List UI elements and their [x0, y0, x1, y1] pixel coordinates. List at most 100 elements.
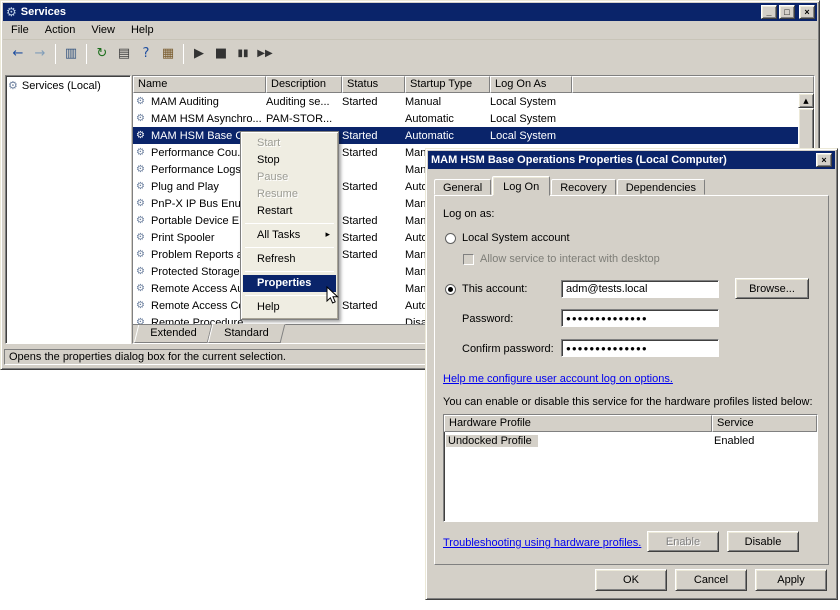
dialog-buttons: OK Cancel Apply — [587, 569, 827, 591]
menu-view[interactable]: View — [83, 22, 123, 38]
account-input[interactable]: adm@tests.local — [561, 280, 719, 298]
service-row[interactable]: ⚙MAM HSM Asynchro...PAM-STOR...Automatic… — [133, 110, 798, 127]
service-name: MAM HSM Asynchro... — [151, 113, 266, 125]
menu-item-stop[interactable]: Stop — [243, 152, 336, 169]
toolbar-separator — [183, 44, 184, 64]
stop-service-button[interactable]: ■ — [210, 43, 232, 65]
apply-button[interactable]: Apply — [755, 569, 827, 591]
password-label: Password: — [462, 313, 513, 325]
show-console-tree-button[interactable]: ▥ — [60, 43, 82, 65]
service-status: Started — [342, 215, 405, 227]
maximize-button[interactable]: □ — [779, 5, 795, 19]
back-icon: ← — [13, 47, 24, 60]
tab-log-on[interactable]: Log On — [492, 176, 550, 196]
scroll-up-icon[interactable]: ▲ — [798, 93, 814, 108]
browse-button[interactable]: Browse... — [735, 278, 809, 299]
service-status: Started — [342, 181, 405, 193]
service-gear-icon: ⚙ — [133, 283, 151, 294]
services-titlebar[interactable]: ⚙ Services _ □ × — [3, 3, 817, 21]
show-console-tree-icon: ▥ — [65, 47, 77, 60]
services-app-icon: ⚙ — [6, 5, 17, 19]
forward-icon: → — [35, 47, 46, 60]
context-menu: StartStopPauseResumeRestartAll Tasks▸Ref… — [240, 131, 339, 320]
service-gear-icon: ⚙ — [133, 130, 151, 141]
menu-help[interactable]: Help — [123, 22, 162, 38]
export-list-button[interactable]: ▤ — [113, 43, 135, 65]
tree-item-services-local[interactable]: ⚙ Services (Local) — [6, 76, 130, 95]
toolbar-separator — [55, 44, 56, 64]
menu-separator — [245, 247, 334, 248]
column-header-log-on-as[interactable]: Log On As — [490, 76, 572, 93]
close-button[interactable]: × — [799, 5, 815, 19]
tab-standard[interactable]: Standard — [208, 324, 285, 343]
pause-service-button[interactable]: ▮▮ — [232, 43, 254, 65]
menu-separator — [245, 295, 334, 296]
tab-extended[interactable]: Extended — [134, 325, 213, 343]
column-header-description[interactable]: Description — [266, 76, 342, 93]
password-input[interactable]: ●●●●●●●●●●●●●● — [561, 309, 719, 327]
window-title: Services — [21, 6, 759, 18]
tab-recovery[interactable]: Recovery — [551, 179, 615, 195]
service-status: Started — [342, 147, 405, 159]
disable-button[interactable]: Disable — [727, 531, 799, 552]
help-configure-link[interactable]: Help me configure user account log on op… — [443, 373, 673, 385]
ok-button[interactable]: OK — [595, 569, 667, 591]
confirm-password-input[interactable]: ●●●●●●●●●●●●●● — [561, 339, 719, 357]
service-description: PAM-STOR... — [266, 113, 342, 125]
help-button[interactable]: ? — [135, 43, 157, 65]
tab-dependencies[interactable]: Dependencies — [617, 179, 705, 195]
hw-column-hardware-profile[interactable]: Hardware Profile — [444, 415, 712, 432]
column-header-status[interactable]: Status — [342, 76, 405, 93]
menu-file[interactable]: File — [3, 22, 37, 38]
service-gear-icon: ⚙ — [133, 96, 151, 107]
confirm-password-label: Confirm password: — [462, 343, 554, 355]
cancel-button[interactable]: Cancel — [675, 569, 747, 591]
properties-dialog: MAM HSM Base Operations Properties (Loca… — [425, 148, 838, 600]
refresh-button[interactable]: ↻ — [91, 43, 113, 65]
menu-item-properties[interactable]: Properties — [243, 275, 336, 292]
console-tree-pane: ⚙ Services (Local) — [5, 75, 131, 344]
this-account-radio-label[interactable]: This account: — [462, 283, 527, 295]
export-list-icon: ▤ — [118, 47, 130, 60]
toolbar: ← → ▥ ↻ ▤ ? ▦ ▶ ■ ▮▮ ▶▶ — [3, 39, 817, 67]
views-button[interactable]: ▦ — [157, 43, 179, 65]
troubleshooting-link[interactable]: Troubleshooting using hardware profiles. — [443, 537, 641, 549]
dialog-titlebar[interactable]: MAM HSM Base Operations Properties (Loca… — [428, 151, 835, 169]
local-system-radio[interactable] — [445, 233, 456, 244]
help-icon: ? — [143, 47, 150, 60]
enable-button: Enable — [647, 531, 719, 552]
menu-item-refresh[interactable]: Refresh — [243, 251, 336, 268]
stop-service-icon: ■ — [215, 47, 227, 60]
minimize-button[interactable]: _ — [761, 5, 777, 19]
service-row[interactable]: ⚙MAM AuditingAuditing se...StartedManual… — [133, 93, 798, 110]
hw-column-service[interactable]: Service — [712, 415, 817, 432]
service-status: Started — [342, 249, 405, 261]
service-row[interactable]: ⚙MAM HSM Base Op...StartedAutomaticLocal… — [133, 127, 798, 144]
start-service-button[interactable]: ▶ — [188, 43, 210, 65]
restart-service-button[interactable]: ▶▶ — [254, 43, 276, 65]
service-startup-type: Manual — [405, 96, 490, 108]
menu-item-help[interactable]: Help — [243, 299, 336, 316]
menu-item-restart[interactable]: Restart — [243, 203, 336, 220]
forward-button[interactable]: → — [29, 43, 51, 65]
hardware-profiles-list: Hardware Profile Service Undocked Profil… — [443, 414, 818, 522]
column-header-startup-type[interactable]: Startup Type — [405, 76, 490, 93]
tab-general[interactable]: General — [434, 179, 491, 195]
dialog-close-button[interactable]: × — [816, 153, 832, 167]
menu-item-all-tasks[interactable]: All Tasks▸ — [243, 227, 336, 244]
service-gear-icon: ⚙ — [133, 249, 151, 260]
local-system-radio-label[interactable]: Local System account — [462, 232, 570, 244]
menu-separator — [245, 271, 334, 272]
service-gear-icon: ⚙ — [133, 266, 151, 277]
log-on-tab-panel: Log on as: Local System account Allow se… — [434, 195, 829, 565]
menu-item-resume: Resume — [243, 186, 336, 203]
column-header-name[interactable]: Name — [133, 76, 266, 93]
hw-profile-cell[interactable]: Undocked Profile — [446, 435, 538, 447]
back-button[interactable]: ← — [7, 43, 29, 65]
services-node-icon: ⚙ — [8, 79, 18, 92]
this-account-radio[interactable] — [445, 284, 456, 295]
menu-action[interactable]: Action — [37, 22, 84, 38]
service-name: MAM Auditing — [151, 96, 266, 108]
hw-profile-row[interactable]: Undocked Profile Enabled — [444, 432, 817, 449]
service-status: Started — [342, 130, 405, 142]
